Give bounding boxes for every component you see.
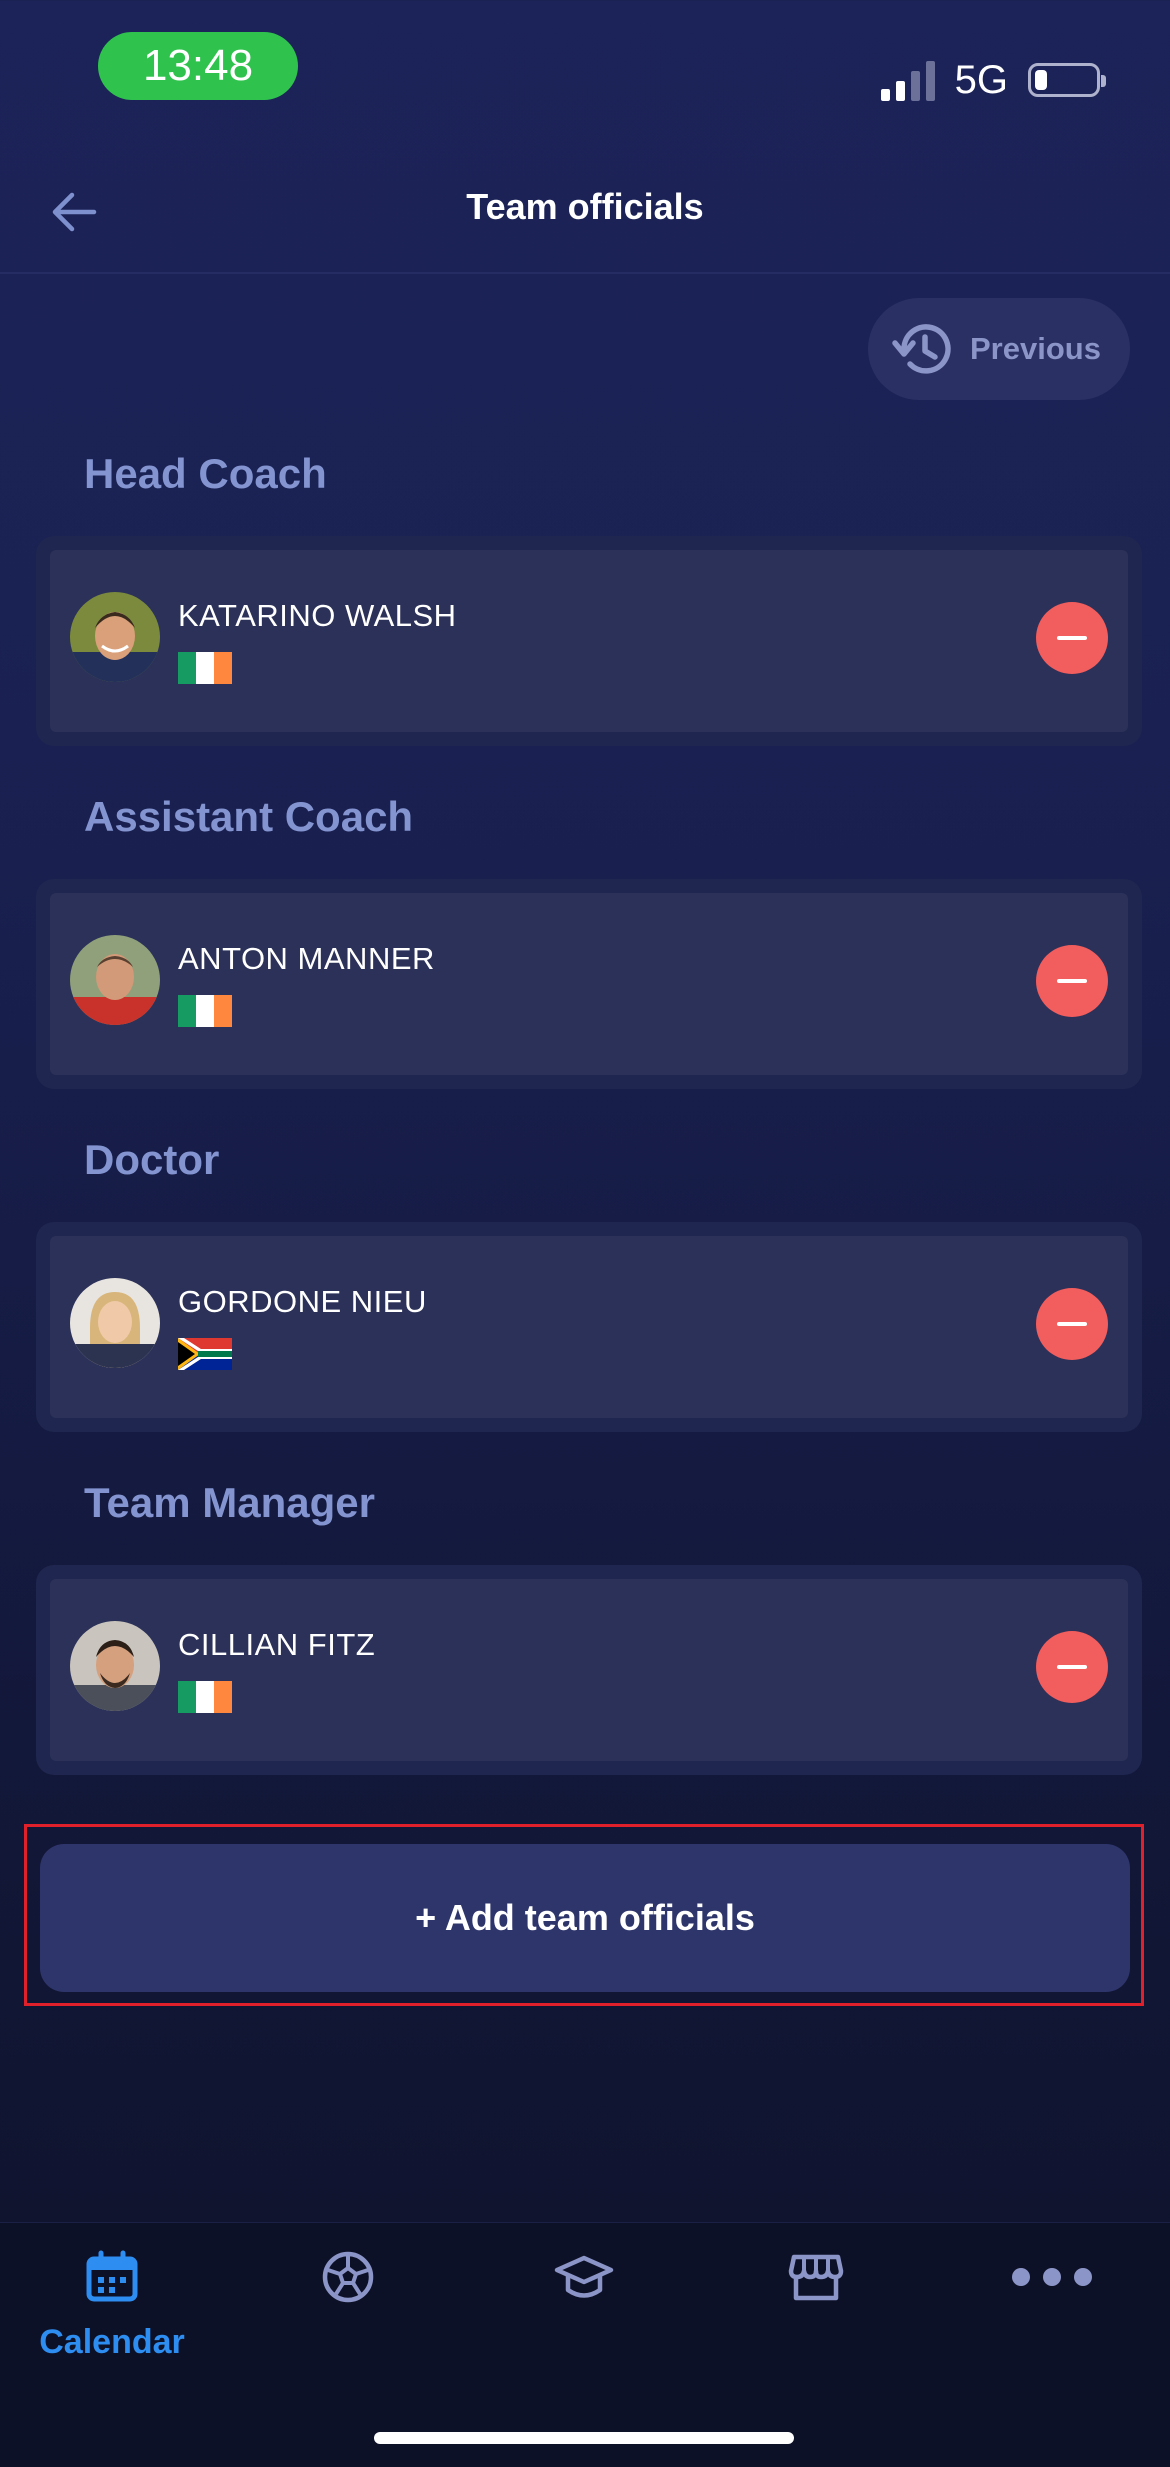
remove-official-button[interactable] — [1036, 945, 1108, 1017]
avatar — [70, 1621, 160, 1711]
ireland-flag-icon — [178, 1681, 232, 1713]
section-title-head-coach: Head Coach — [84, 450, 327, 497]
remove-official-button[interactable] — [1036, 1288, 1108, 1360]
remove-official-button[interactable] — [1036, 1631, 1108, 1703]
nav-item-matches[interactable] — [258, 2249, 438, 2305]
previous-label: Previous — [970, 331, 1101, 366]
add-team-officials-button[interactable]: + Add team officials — [40, 1844, 1130, 1992]
minus-icon — [1057, 979, 1087, 983]
section-title-doctor: Doctor — [84, 1136, 220, 1183]
minus-icon — [1057, 636, 1087, 640]
avatar — [70, 592, 160, 682]
ireland-flag-icon — [178, 995, 232, 1027]
signal-icon — [880, 59, 935, 101]
page-title: Team officials — [466, 186, 704, 227]
home-indicator — [374, 2432, 794, 2444]
previous-button[interactable]: Previous — [868, 298, 1130, 400]
section-title-team-manager: Team Manager — [84, 1479, 375, 1526]
official-name: GORDONE NIEU — [178, 1284, 427, 1319]
calendar-icon — [86, 2250, 138, 2302]
avatar — [70, 1278, 160, 1368]
official-card-team-manager: CILLIAN FITZ — [36, 1565, 1142, 1775]
official-row[interactable]: ANTON MANNER — [50, 893, 1128, 1075]
south-africa-flag-icon — [178, 1338, 232, 1370]
official-name: KATARINO WALSH — [178, 598, 457, 633]
status-indicators: 5G — [880, 55, 1106, 105]
top-bar: Team officials — [0, 150, 1170, 274]
nav-item-calendar[interactable]: Calendar — [22, 2249, 202, 2362]
remove-official-button[interactable] — [1036, 602, 1108, 674]
official-card-head-coach: KATARINO WALSH — [36, 536, 1142, 746]
graduation-cap-icon — [554, 2255, 614, 2298]
minus-icon — [1057, 1322, 1087, 1326]
status-time: 13:48 — [98, 32, 298, 100]
nav-item-store[interactable] — [726, 2249, 906, 2305]
more-icon — [1012, 2268, 1092, 2286]
nav-label-calendar: Calendar — [39, 2323, 185, 2361]
official-row[interactable]: KATARINO WALSH — [50, 550, 1128, 732]
soccer-ball-icon — [322, 2251, 374, 2303]
official-name: CILLIAN FITZ — [178, 1627, 376, 1662]
history-icon — [892, 324, 951, 374]
official-row[interactable]: GORDONE NIEU — [50, 1236, 1128, 1418]
battery-icon — [1028, 63, 1106, 97]
official-card-assistant-coach: ANTON MANNER — [36, 879, 1142, 1089]
nav-item-training[interactable] — [494, 2249, 674, 2305]
section-title-assistant-coach: Assistant Coach — [84, 793, 414, 840]
network-type: 5G — [954, 57, 1008, 102]
store-icon — [788, 2254, 844, 2301]
avatar — [70, 935, 160, 1025]
nav-item-more[interactable] — [962, 2249, 1142, 2305]
official-card-doctor: GORDONE NIEU — [36, 1222, 1142, 1432]
ireland-flag-icon — [178, 652, 232, 684]
minus-icon — [1057, 1665, 1087, 1669]
bottom-nav: Calendar — [0, 2222, 1170, 2467]
official-name: ANTON MANNER — [178, 941, 435, 976]
official-row[interactable]: CILLIAN FITZ — [50, 1579, 1128, 1761]
